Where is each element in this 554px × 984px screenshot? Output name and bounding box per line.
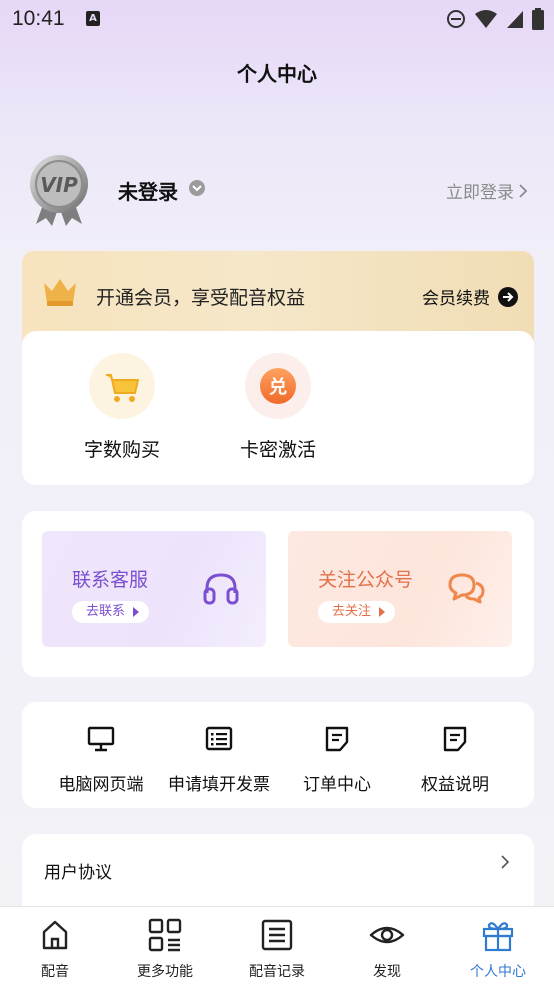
grid-icon <box>148 918 182 952</box>
service-card: 联系客服 去联系 关注公众号 去关注 <box>22 511 534 677</box>
status-time: 10:41 <box>12 7 65 30</box>
shop-label: 卡密激活 <box>239 439 316 461</box>
cart-icon <box>89 353 155 419</box>
nav-label: 配音 <box>41 964 69 980</box>
renew-button[interactable]: 会员续费 <box>422 284 518 309</box>
order-icon <box>325 726 349 752</box>
nav-label: 个人中心 <box>470 964 526 980</box>
shop-label: 字数购买 <box>83 439 160 461</box>
status-bar: 10:41 A <box>0 0 554 40</box>
word-count-purchase[interactable]: 字数购买 <box>62 353 182 462</box>
follow-account-button-label: 去关注 <box>332 604 372 619</box>
vip-banner-text: 开通会员，享受配音权益 <box>96 287 306 309</box>
tool-invoice[interactable]: 申请填开发票 <box>160 724 278 795</box>
tools-card: 电脑网页端 申请填开发票 订单中心 权益说明 <box>22 702 534 808</box>
battery-icon <box>532 8 544 30</box>
vip-badge-icon: VIP <box>30 155 88 226</box>
page-title: 个人中心 <box>237 62 317 86</box>
redeem-glyph: 兑 <box>269 376 287 398</box>
arrow-circle-right-icon <box>498 286 518 307</box>
renew-label: 会员续费 <box>422 289 490 309</box>
user-name: 未登录 <box>118 180 178 204</box>
vip-text: VIP <box>40 173 78 197</box>
tool-label: 权益说明 <box>421 775 489 795</box>
purchase-card: 字数购买 兑 卡密激活 <box>22 331 534 485</box>
card-activation[interactable]: 兑 卡密激活 <box>218 353 338 462</box>
home-icon <box>42 920 68 950</box>
status-icons <box>446 8 544 30</box>
nav-item-records[interactable]: 配音记录 <box>222 917 332 981</box>
tool-orders[interactable]: 订单中心 <box>278 724 396 795</box>
notification-icon: A <box>86 11 100 26</box>
nav-item-more[interactable]: 更多功能 <box>110 917 220 981</box>
nav-label: 发现 <box>373 964 401 980</box>
contact-service-button-label: 去联系 <box>86 604 126 619</box>
gift-icon <box>482 922 514 952</box>
nav-label: 更多功能 <box>137 964 193 980</box>
contact-service-tile[interactable]: 联系客服 去联系 <box>42 531 266 647</box>
chevron-right-icon <box>519 183 528 198</box>
chat-bubbles-icon <box>448 573 485 604</box>
do-not-disturb-icon <box>447 10 465 28</box>
tool-label: 订单中心 <box>303 775 371 795</box>
headset-icon <box>203 573 239 605</box>
eye-icon <box>369 926 405 944</box>
verified-badge-icon <box>189 180 205 196</box>
document-icon <box>443 726 467 752</box>
nav-item-discover[interactable]: 发现 <box>332 917 442 981</box>
login-link[interactable]: 立即登录 <box>446 178 528 203</box>
tool-label: 电脑网页端 <box>58 775 144 795</box>
signal-icon <box>507 11 523 28</box>
nav-item-profile[interactable]: 个人中心 <box>443 917 553 981</box>
chevron-right-icon <box>501 855 510 869</box>
record-list-icon <box>261 919 293 951</box>
tool-label: 申请填开发票 <box>168 775 270 795</box>
nav-item-dubbing[interactable]: 配音 <box>0 917 110 981</box>
login-label: 立即登录 <box>446 183 514 203</box>
nav-label: 配音记录 <box>249 964 305 980</box>
play-arrow-icon <box>379 607 386 617</box>
redeem-icon: 兑 <box>245 353 311 419</box>
list-icon <box>205 726 233 751</box>
follow-account-tile[interactable]: 关注公众号 去关注 <box>288 531 512 647</box>
crown-icon <box>44 279 76 306</box>
play-arrow-icon <box>133 607 140 617</box>
bottom-nav: 配音 更多功能 配音记录 发现 个人中心 <box>0 906 554 984</box>
contact-service-title: 联系客服 <box>72 569 149 591</box>
follow-account-title: 关注公众号 <box>318 569 414 591</box>
follow-account-button[interactable]: 去关注 <box>318 601 396 623</box>
tool-benefits[interactable]: 权益说明 <box>396 724 514 795</box>
tool-web-client[interactable]: 电脑网页端 <box>42 724 160 795</box>
contact-service-button[interactable]: 去联系 <box>72 601 150 623</box>
wifi-icon <box>475 10 497 28</box>
monitor-icon <box>87 726 115 752</box>
user-agreement-label: 用户协议 <box>44 863 112 883</box>
